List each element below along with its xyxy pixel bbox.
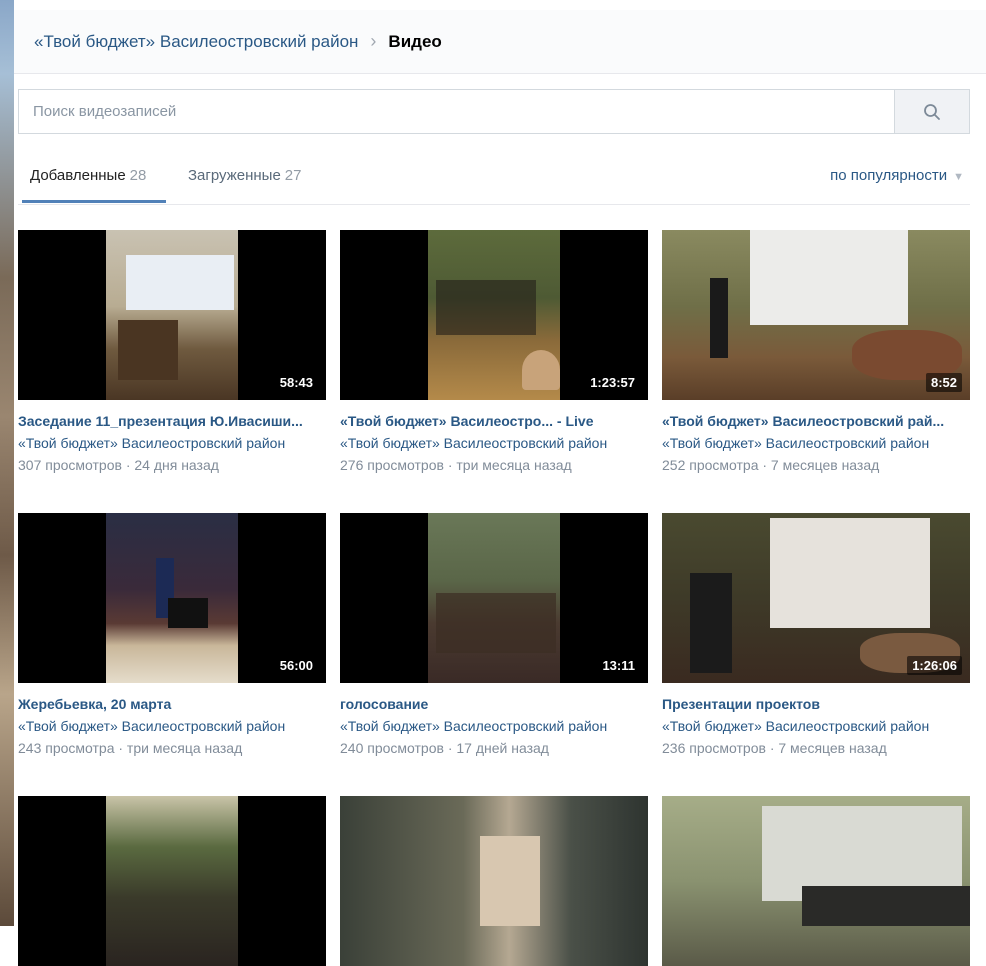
breadcrumb-group-link[interactable]: «Твой бюджет» Василеостровский район	[34, 32, 358, 52]
video-thumbnail[interactable]: 58:43	[18, 230, 326, 400]
tab-count: 27	[284, 167, 302, 184]
video-thumbnail[interactable]: 8:52	[662, 230, 970, 400]
caret-down-icon: ▼	[953, 171, 964, 183]
video-thumbnail[interactable]	[18, 796, 326, 966]
video-thumbnail[interactable]: 56:00	[18, 513, 326, 683]
background-photo-edge	[0, 0, 14, 926]
search-input[interactable]	[19, 90, 894, 133]
video-thumbnail[interactable]: 1:23:57	[340, 230, 648, 400]
video-thumbnail[interactable]	[662, 796, 970, 966]
video-duration: 13:11	[597, 656, 640, 675]
video-duration: 8:52	[925, 373, 962, 392]
video-meta: 252 просмотра · 7 месяцев назад	[662, 457, 880, 473]
video-duration: 58:43	[274, 373, 318, 392]
video-title[interactable]: Жеребьевка, 20 марта	[18, 696, 326, 712]
video-author[interactable]: «Твой бюджет» Василеостровский район	[662, 435, 970, 451]
tab-count: 28	[129, 167, 147, 184]
video-title[interactable]: «Твой бюджет» Василеостро... - Live	[340, 413, 648, 429]
search-icon	[924, 103, 940, 120]
active-tab-indicator	[22, 200, 166, 203]
video-thumbnail[interactable]	[340, 796, 648, 966]
video-meta: 243 просмотра · три месяца назад	[18, 740, 243, 756]
search-bar	[18, 89, 970, 134]
video-title[interactable]: голосование	[340, 696, 648, 712]
video-meta: 240 просмотров · 17 дней назад	[340, 740, 549, 756]
video-meta: 276 просмотров · три месяца назад	[340, 457, 572, 473]
sort-dropdown[interactable]: по популярности ▼	[830, 167, 964, 184]
video-thumbnail[interactable]: 13:11	[340, 513, 648, 683]
sort-label: по популярности	[830, 167, 948, 184]
video-author[interactable]: «Твой бюджет» Василеостровский район	[340, 718, 648, 734]
video-author[interactable]: «Твой бюджет» Василеостровский район	[340, 435, 648, 451]
breadcrumb: «Твой бюджет» Василеостровский район › В…	[14, 10, 986, 74]
page-title: Видео	[388, 31, 442, 51]
video-meta: 307 просмотров · 24 дня назад	[18, 457, 219, 473]
video-thumbnail[interactable]: 1:26:06	[662, 513, 970, 683]
video-meta: 236 просмотров · 7 месяцев назад	[662, 740, 887, 756]
search-button[interactable]	[894, 90, 969, 133]
video-duration: 56:00	[274, 656, 318, 675]
tab-label: Добавленные	[30, 167, 126, 184]
video-title[interactable]: Заседание 11_презентация Ю.Ивасиши...	[18, 413, 326, 429]
breadcrumb-separator-icon: ›	[370, 31, 377, 51]
video-author[interactable]: «Твой бюджет» Василеостровский район	[662, 718, 970, 734]
tabs-bar: Добавленные 28 Загруженные 27 по популярно…	[18, 158, 970, 205]
video-duration: 1:23:57	[585, 373, 640, 392]
tab-added[interactable]: Добавленные 28	[30, 167, 146, 184]
video-author[interactable]: «Твой бюджет» Василеостровский район	[18, 435, 326, 451]
video-title[interactable]: Презентации проектов	[662, 696, 970, 712]
video-duration: 1:26:06	[907, 656, 962, 675]
tab-label: Загруженные	[188, 167, 281, 184]
video-title[interactable]: «Твой бюджет» Василеостровский рай...	[662, 413, 970, 429]
tab-uploaded[interactable]: Загруженные 27	[188, 167, 301, 184]
video-author[interactable]: «Твой бюджет» Василеостровский район	[18, 718, 326, 734]
